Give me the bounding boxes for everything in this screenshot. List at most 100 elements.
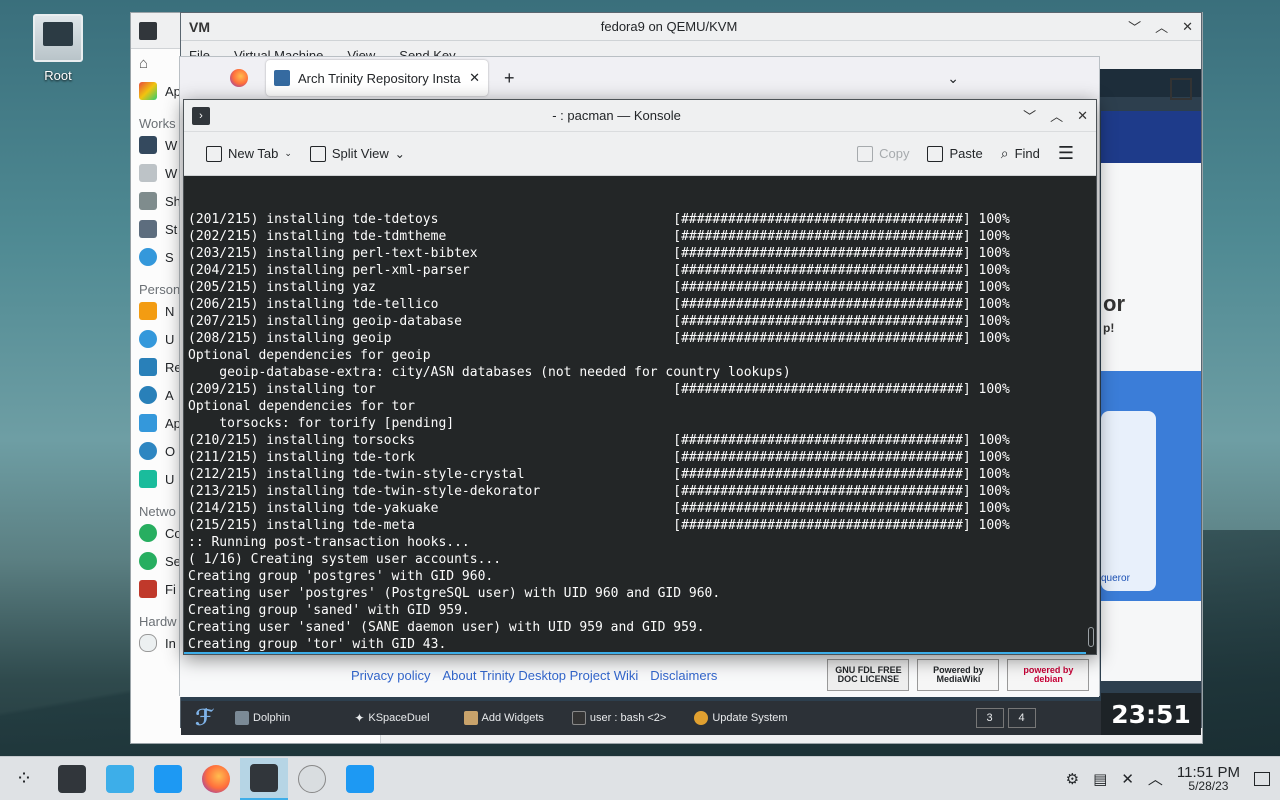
home-icon[interactable]: ⌂	[139, 55, 148, 72]
desktop-3[interactable]: 3	[975, 708, 1004, 728]
clock-date: 5/28/23	[1188, 779, 1229, 793]
update-icon	[694, 711, 709, 725]
maximize-icon[interactable]: ︿	[1155, 17, 1168, 36]
split-view-icon	[309, 145, 326, 162]
split-view-label: Split View	[331, 146, 389, 161]
qemu-title: fedora9 on QEMU/KVM	[600, 19, 738, 34]
system-tray: ⚙ ▤ ✕ ︿ 11:51 PM 5/28/23	[1066, 765, 1280, 792]
new-tab-icon[interactable]: +	[504, 68, 515, 89]
tab-arch-trinity[interactable]: Arch Trinity Repository Insta ✕	[266, 60, 488, 96]
terminal-line: (209/215) installing tor [##############…	[188, 382, 1010, 397]
close-icon[interactable]: ✕	[1182, 19, 1193, 35]
disclaimers-link[interactable]: Disclaimers	[650, 668, 717, 683]
konsole-app-icon[interactable]: ›	[192, 106, 210, 125]
guest-task-kspaceduel[interactable]: ✦ KSpaceDuel	[304, 701, 443, 735]
terminal-line: (205/215) installing yaz [##############…	[188, 280, 1010, 295]
show-desktop-icon[interactable]	[1254, 771, 1270, 786]
terminal-line: (214/215) installing tde-yakuake [######…	[188, 501, 1010, 516]
sidebar-item-label: N	[165, 303, 175, 319]
terminal-output[interactable]: (201/215) installing tde-tdetoys [######…	[184, 177, 1086, 654]
task-firefox[interactable]	[192, 758, 240, 800]
close-icon[interactable]: ✕	[1077, 108, 1088, 124]
firefox-tabbar: Arch Trinity Repository Insta ✕ + ⌄	[180, 57, 1099, 99]
paste-button[interactable]: Paste	[921, 142, 988, 166]
terminal-line: Creating group 'tor' with GID 43.	[188, 637, 447, 652]
new-tab-icon	[206, 145, 222, 162]
terminal-line: geoip-database-extra: city/ASN databases…	[188, 365, 791, 380]
network-icon[interactable]: ⚙	[1066, 770, 1079, 788]
chevron-down-icon: ⌄	[394, 146, 405, 161]
konsole-title: - : pacman — Konsole	[552, 108, 681, 123]
sidebar-item-label: S	[165, 249, 174, 265]
paste-icon	[927, 145, 944, 162]
task-dolphin[interactable]	[336, 758, 384, 800]
terminal-scrollbar[interactable]	[1086, 177, 1096, 654]
desktop-4[interactable]: 4	[1007, 708, 1036, 728]
mediawiki-badge[interactable]: Powered by MediaWiki	[917, 659, 1000, 691]
host-clock[interactable]: 11:51 PM 5/28/23	[1177, 765, 1240, 792]
clipboard-icon[interactable]: ▤	[1093, 770, 1107, 788]
sidebar-item-label: A	[165, 387, 174, 403]
find-button[interactable]: ⌕ Find	[995, 141, 1046, 166]
terminal-line: Optional dependencies for tor	[188, 399, 415, 414]
desktop-icon-root[interactable]: Root	[28, 14, 88, 83]
task-system-settings[interactable]	[48, 758, 96, 800]
minimize-icon[interactable]: ﹀	[1128, 17, 1141, 36]
guest-task-bash[interactable]: user : bash <2>	[558, 701, 680, 735]
task-virt-manager[interactable]	[288, 758, 336, 800]
sidebar-item-label: U	[165, 471, 175, 487]
guest-task-dolphin[interactable]: Dolphin	[221, 701, 304, 735]
guest-text-fragment: p!	[1103, 321, 1115, 335]
startup-icon	[139, 220, 157, 238]
privacy-policy-link[interactable]: Privacy policy	[351, 668, 430, 683]
tab-favicon	[274, 70, 290, 86]
split-view-button[interactable]: Split View ⌄	[304, 142, 411, 166]
tab-list-icon[interactable]: ⌄	[947, 70, 959, 87]
terminal-line: Creating group 'saned' with GID 959.	[188, 603, 470, 618]
copy-label: Copy	[879, 146, 910, 161]
host-taskbar: ⁘ ⚙ ▤ ✕ ︿ 11:51 PM 5/28/23	[0, 756, 1280, 800]
about-wiki-link[interactable]: About Trinity Desktop Project Wiki	[442, 668, 638, 683]
folder-icon	[154, 764, 182, 793]
guest-task-add-widgets[interactable]: Add Widgets	[444, 701, 558, 735]
guest-start-button[interactable]: ℱ	[181, 701, 221, 735]
guest-pager: 3 4	[975, 708, 1036, 728]
terminal-line: (203/215) installing perl-text-bibtex [#…	[188, 246, 1010, 261]
fullscreen-icon[interactable]	[1170, 78, 1192, 100]
firewall-icon	[139, 580, 157, 598]
copy-button[interactable]: Copy	[851, 142, 915, 166]
sidebar-item-label: U	[165, 331, 175, 347]
maximize-icon[interactable]: ︿	[1050, 106, 1063, 125]
mouse-icon	[139, 634, 157, 652]
task-konsole[interactable]	[240, 757, 288, 800]
search-icon: ⌕	[1000, 145, 1009, 161]
volume-muted-icon[interactable]: ✕	[1121, 770, 1134, 788]
task-files[interactable]	[144, 758, 192, 800]
new-tab-button[interactable]: New Tab ⌄	[200, 142, 298, 166]
guest-taskbar: ℱ Dolphin ✦ KSpaceDuel Add Widgets user :…	[181, 701, 1201, 735]
task-discover[interactable]	[96, 758, 144, 800]
terminal-line: (208/215) installing geoip [############…	[188, 331, 1010, 346]
new-tab-label: New Tab	[228, 146, 279, 161]
firefox-icon	[202, 764, 230, 793]
appearance-icon	[139, 82, 157, 100]
folder-icon	[346, 764, 374, 793]
window-icon	[139, 164, 157, 182]
scrollbar-thumb[interactable]	[1088, 627, 1094, 647]
hamburger-menu-button[interactable]: ☰	[1052, 139, 1080, 168]
debian-badge[interactable]: powered by debian	[1007, 659, 1090, 691]
hamburger-icon: ☰	[1057, 143, 1074, 163]
terminal-line: Creating user 'saned' (SANE daemon user)…	[188, 620, 705, 635]
firefox-icon[interactable]	[230, 69, 248, 87]
gnu-fdl-badge[interactable]: GNU FDL FREE DOC LICENSE	[827, 659, 910, 691]
guest-task-update-system[interactable]: Update System	[680, 701, 801, 735]
terminal-line: (211/215) installing tde-tork [#########…	[188, 450, 1010, 465]
chevron-up-icon[interactable]: ︿	[1148, 768, 1163, 789]
close-tab-icon[interactable]: ✕	[469, 70, 480, 86]
minimize-icon[interactable]: ﹀	[1023, 106, 1036, 125]
app-launcher-button[interactable]: ⁘	[0, 758, 48, 800]
sidebar-item-label: W	[165, 165, 178, 181]
guest-task-label: Update System	[712, 712, 788, 724]
guest-header	[1101, 111, 1201, 163]
guest-task-label: KSpaceDuel	[368, 712, 430, 724]
